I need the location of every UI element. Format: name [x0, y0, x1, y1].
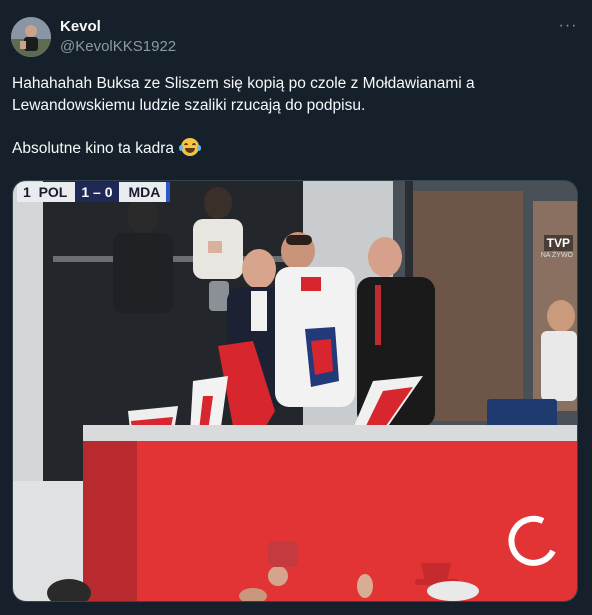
- laughing-emoji-icon: [179, 138, 202, 156]
- broadcaster-live-label: NA ŻYWO: [540, 252, 573, 259]
- tweet-photo[interactable]: 1 POL 1 – 0 MDA TVP NA ŻYWO: [12, 180, 578, 602]
- scoreboard-score: 1 – 0: [75, 182, 119, 202]
- user-avatar[interactable]: [11, 17, 51, 57]
- tweet-paragraph-text: Absolutne kino ta kadra: [12, 140, 174, 157]
- display-name[interactable]: Kevol: [60, 18, 101, 36]
- user-handle[interactable]: @KevolKKS1922: [60, 38, 176, 56]
- tweet-paragraph: Hahahahah Buksa ze Sliszem się kopią po …: [12, 75, 475, 114]
- tweet-text: Hahahahah Buksa ze Sliszem się kopią po …: [12, 73, 577, 160]
- scoreboard-home: 1 POL: [17, 182, 76, 202]
- scoreboard: 1 POL 1 – 0 MDA: [17, 181, 171, 203]
- stadium-photo: [13, 181, 577, 601]
- scoreboard-away: MDA: [118, 182, 171, 202]
- broadcaster-logo: TVP: [543, 235, 573, 251]
- tweet-paragraph: Absolutne kino ta kadra: [12, 138, 577, 160]
- tweet: Kevol @KevolKKS1922 ··· Hahahahah Buksa …: [0, 0, 592, 615]
- more-options-icon[interactable]: ···: [556, 16, 580, 36]
